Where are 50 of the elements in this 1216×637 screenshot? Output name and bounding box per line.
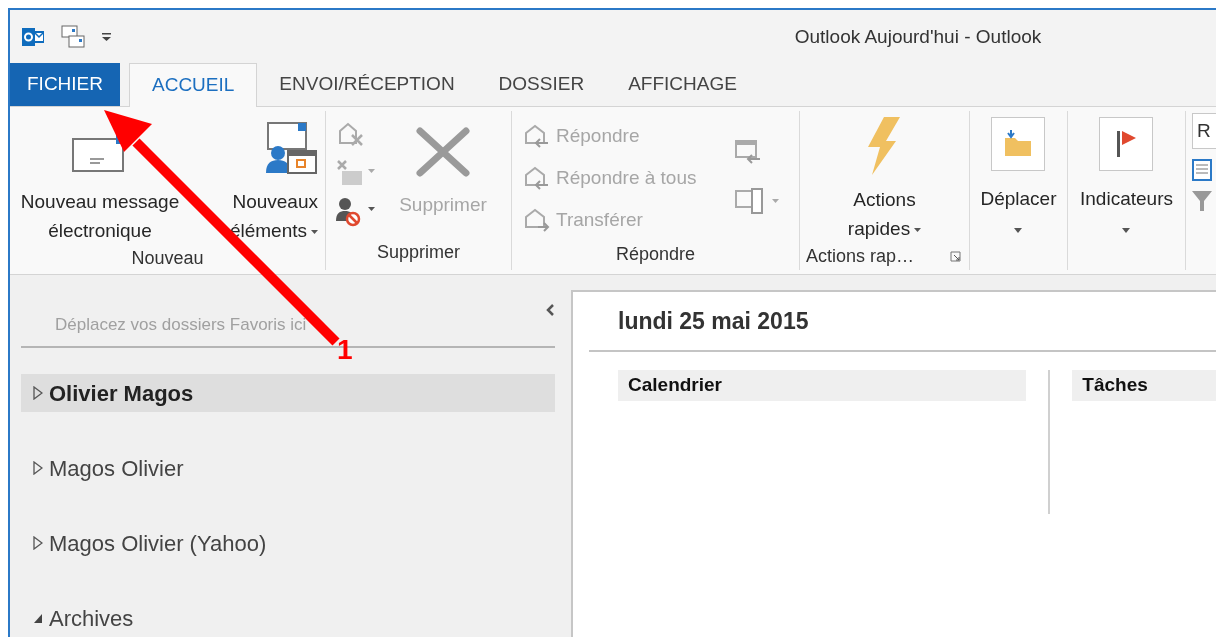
account-folder[interactable]: Olivier Magos xyxy=(21,374,555,412)
account-folder[interactable]: Archives xyxy=(21,599,555,637)
more-reply-icon[interactable] xyxy=(734,187,780,215)
filter-icon[interactable] xyxy=(1192,191,1212,211)
lightning-icon xyxy=(866,117,903,175)
file-tab[interactable]: FICHIER xyxy=(10,63,120,106)
outlook-logo-icon[interactable] xyxy=(22,27,44,47)
envelope-arrow-icon xyxy=(524,124,550,148)
search-people-field[interactable]: R xyxy=(1192,113,1216,149)
favorites-hint: Déplacez vos dossiers Favoris ici xyxy=(55,314,307,336)
dialog-launcher-icon[interactable] xyxy=(950,251,961,262)
caret-icon xyxy=(1014,227,1023,233)
section-header: Tâches xyxy=(1072,370,1216,401)
customize-menu-icon[interactable] xyxy=(102,32,111,42)
ribbon-tab[interactable]: AFFICHAGE xyxy=(606,63,759,106)
group-label: Nouveau xyxy=(130,247,205,270)
send-receive-icon[interactable] xyxy=(60,24,86,50)
quick-steps-button[interactable]: Actions rapides xyxy=(847,117,922,243)
envelope-arrow-icon xyxy=(524,166,550,190)
caret-icon xyxy=(914,228,922,232)
ribbon-tab[interactable]: ACCUEIL xyxy=(129,63,258,107)
caret-icon xyxy=(1122,227,1131,233)
account-folder[interactable]: Magos Olivier xyxy=(21,449,555,487)
collapse-chevron-icon[interactable] xyxy=(545,304,555,316)
folder-icon xyxy=(1003,130,1034,158)
address-book-icon[interactable] xyxy=(1192,159,1212,181)
account-folder[interactable]: Magos Olivier (Yahoo) xyxy=(21,524,555,562)
ribbon-tab[interactable]: DOSSIER xyxy=(476,63,607,106)
group-label: Actions rap… xyxy=(806,245,915,268)
window-title: Outlook Aujourd'hui - Outlook xyxy=(794,24,1042,49)
ribbon-large-button[interactable]: Nouveaux éléments xyxy=(190,121,320,245)
meeting-reply-icon[interactable] xyxy=(734,139,762,165)
delete-x-icon xyxy=(416,127,470,177)
collapsed-triangle-icon[interactable] xyxy=(33,386,43,400)
ribbon-large-button[interactable]: Nouveau message électronique xyxy=(10,121,190,245)
junk-icon[interactable] xyxy=(336,197,376,227)
ribbon-tab[interactable]: ENVOI/RÉCEPTION xyxy=(257,63,477,106)
section-header: Calendrier xyxy=(618,370,1027,401)
date-heading: lundi 25 mai 2015 xyxy=(618,306,809,336)
annotation-number: 1 xyxy=(337,336,353,364)
caret-icon xyxy=(311,230,318,234)
move-button[interactable]: Déplacer xyxy=(980,117,1057,233)
contact-calendar-icon xyxy=(264,121,318,175)
flags-button[interactable]: Indicateurs xyxy=(1080,117,1173,233)
group-label: Supprimer xyxy=(376,241,461,264)
envelope-arrow-icon xyxy=(524,208,550,232)
group-label: Répondre xyxy=(614,243,697,266)
collapsed-triangle-icon[interactable] xyxy=(33,536,43,550)
collapsed-triangle-icon[interactable] xyxy=(33,461,43,475)
flag-icon xyxy=(1115,129,1138,159)
